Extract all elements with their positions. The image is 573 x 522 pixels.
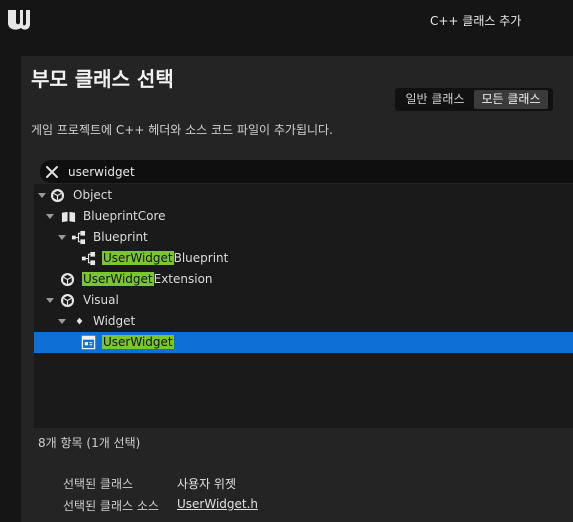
blueprint-icon [71, 230, 86, 245]
item-count: 8개 항목 (1개 선택) [38, 436, 141, 450]
selected-class-label: 선택된 클래스 [63, 477, 134, 491]
unreal-engine-logo [8, 10, 30, 30]
dialog-heading: 부모 클래스 선택 [31, 67, 174, 91]
class-filter-toggle: 일반 클래스 모든 클래스 [395, 88, 553, 111]
tree-row-widget[interactable]: Widget [34, 311, 573, 332]
search-match-highlight: UserWidget [102, 251, 174, 265]
selected-source-link[interactable]: UserWidget.h [177, 497, 258, 511]
expand-arrow-icon[interactable] [58, 235, 66, 240]
tree-row-userwidgetblueprint[interactable]: UserWidgetBlueprint [34, 248, 573, 269]
tree-item-label: Visual [83, 293, 119, 307]
common-classes-button[interactable]: 일반 클래스 [398, 90, 472, 109]
tree-item-label: UserWidgetBlueprint [102, 251, 229, 265]
selected-source-label: 선택된 클래스 소스 [63, 499, 159, 513]
user-widget-icon [81, 335, 96, 350]
dialog-description: 게임 프로젝트에 C++ 헤더와 소스 코드 파일이 추가됩니다. [31, 123, 333, 137]
book-icon [61, 211, 76, 223]
expand-arrow-icon[interactable] [46, 214, 54, 219]
search-input[interactable] [68, 162, 548, 182]
tree-item-label: UserWidget [102, 335, 174, 349]
all-classes-button[interactable]: 모든 클래스 [474, 90, 548, 109]
clear-search-icon[interactable] [44, 164, 60, 180]
window-title: C++ 클래스 추가 [430, 14, 522, 28]
expand-arrow-icon[interactable] [46, 298, 54, 303]
tree-item-label: Blueprint [93, 230, 148, 244]
expand-arrow-icon[interactable] [58, 319, 66, 324]
tree-item-label: UserWidgetExtension [82, 272, 213, 286]
search-match-highlight: UserWidget [102, 335, 174, 349]
tree-item-label: Object [73, 188, 113, 202]
tree-item-label: BlueprintCore [83, 209, 166, 223]
tree-row-object[interactable]: Object [34, 185, 573, 206]
tree-row-visual[interactable]: Visual [34, 290, 573, 311]
tree-row-blueprint[interactable]: Blueprint [34, 227, 573, 248]
expand-arrow-icon[interactable] [38, 193, 46, 198]
tree-row-userwidgetextension[interactable]: UserWidgetExtension [34, 269, 573, 290]
tree-row-userwidget[interactable]: UserWidget [34, 332, 573, 353]
object-icon [60, 293, 75, 308]
tree-row-blueprintcore[interactable]: BlueprintCore [34, 206, 573, 227]
diamond-icon [76, 317, 83, 325]
search-match-highlight: UserWidget [82, 272, 154, 286]
title-bar: C++ 클래스 추가 [0, 0, 573, 40]
selected-class-value: 사용자 위젯 [177, 477, 237, 491]
object-icon [50, 188, 65, 203]
blueprint-icon [81, 251, 96, 266]
object-icon [60, 272, 75, 287]
tree-item-label: Widget [93, 314, 136, 328]
